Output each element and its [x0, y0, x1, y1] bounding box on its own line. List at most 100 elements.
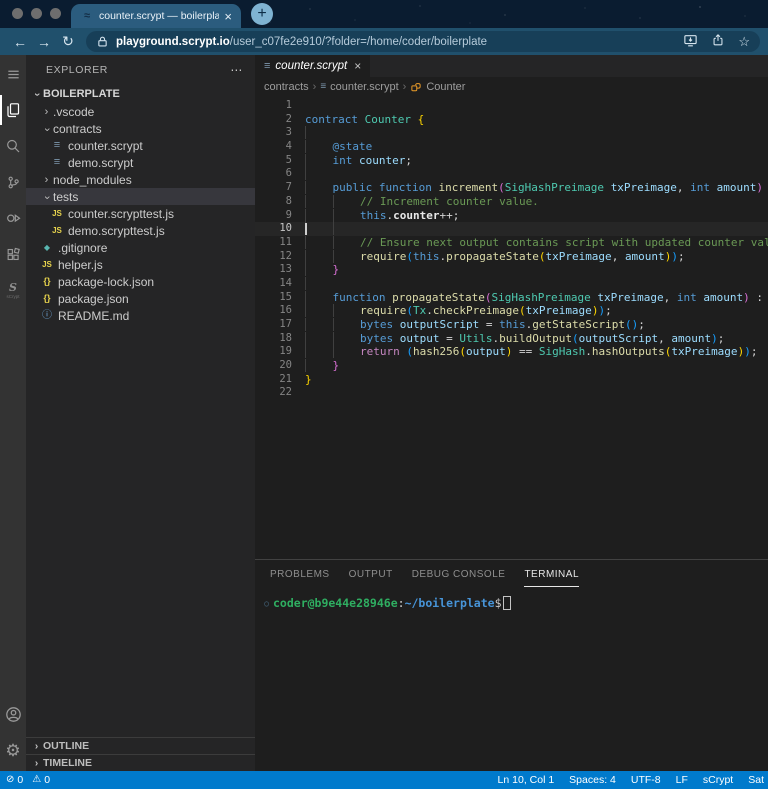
code-line-14[interactable]: 14 — [255, 277, 768, 291]
breadcrumb-label: counter.scrypt — [330, 81, 398, 93]
code-line-21[interactable]: 21} — [255, 373, 768, 387]
code-line-17[interactable]: 17 bytes outputScript = this.getStateScr… — [255, 318, 768, 332]
code-line-19[interactable]: 19 return (hash256(output) == SigHash.ha… — [255, 345, 768, 359]
browser-tab[interactable]: ≈ counter.scrypt — boilerplate – × — [71, 4, 241, 28]
reload-button[interactable]: ↻ — [56, 33, 80, 50]
tree-item-counter-scrypt[interactable]: ≡counter.scrypt — [26, 137, 255, 154]
chevron-right-icon: › — [30, 758, 43, 769]
back-button[interactable]: ← — [8, 34, 32, 50]
status-item-utf-8[interactable]: UTF-8 — [631, 774, 661, 786]
section-timeline[interactable]: ›TIMELINE — [26, 754, 255, 771]
share-icon[interactable] — [711, 33, 725, 50]
code-line-20[interactable]: 20 } — [255, 359, 768, 373]
line-number: 8 — [255, 195, 292, 209]
extensions-icon[interactable] — [0, 239, 26, 269]
bookmark-star-icon[interactable]: ☆ — [738, 35, 750, 48]
code-line-22[interactable]: 22 — [255, 386, 768, 400]
panel-tab-output[interactable]: OUTPUT — [349, 569, 393, 587]
command-decoration-icon: ○ — [260, 599, 273, 608]
panel-tab-problems[interactable]: PROBLEMS — [270, 569, 330, 587]
status-item-sat[interactable]: Sat — [748, 774, 764, 786]
code-line-10[interactable]: 10 — [255, 222, 768, 236]
code-editor[interactable]: 12contract Counter {3 4 @state5 int coun… — [255, 96, 768, 559]
code-line-1[interactable]: 1 — [255, 99, 768, 113]
tree-item-demo-scrypt[interactable]: ≡demo.scrypt — [26, 154, 255, 171]
code-line-12[interactable]: 12 require(this.propagateState(txPreimag… — [255, 250, 768, 264]
source-control-icon[interactable] — [0, 167, 26, 197]
breadcrumb-label: Counter — [426, 81, 465, 93]
install-app-icon[interactable] — [683, 33, 698, 51]
code-line-2[interactable]: 2contract Counter { — [255, 113, 768, 127]
code-line-15[interactable]: 15 function propagateState(SigHashPreima… — [255, 291, 768, 305]
account-icon[interactable] — [0, 699, 26, 729]
status-item-scrypt[interactable]: sCrypt — [703, 774, 733, 786]
json-file-icon: {} — [40, 294, 54, 303]
code-text: return (hash256(output) == SigHash.hashO… — [305, 345, 757, 359]
explorer-icon[interactable] — [0, 95, 26, 125]
code-line-7[interactable]: 7 public function increment(SigHashPreim… — [255, 181, 768, 195]
json-file-icon: {} — [40, 277, 54, 286]
window-close-button[interactable] — [12, 8, 23, 19]
settings-gear-icon[interactable]: ⚙ — [0, 735, 26, 765]
window-zoom-button[interactable] — [50, 8, 61, 19]
code-line-4[interactable]: 4 @state — [255, 140, 768, 154]
editor-tab-counter-scrypt[interactable]: ≡ counter.scrypt × — [255, 55, 370, 77]
code-line-9[interactable]: 9 this.counter++; — [255, 209, 768, 223]
line-number: 21 — [255, 373, 292, 387]
search-icon[interactable] — [0, 131, 26, 161]
breadcrumb-item-counter-scrypt[interactable]: ≡counter.scrypt — [320, 81, 398, 93]
panel-tab-terminal[interactable]: TERMINAL — [524, 569, 579, 587]
status-item-lf[interactable]: LF — [676, 774, 688, 786]
code-text: require(this.propagateState(txPreimage, … — [305, 250, 685, 264]
tree-item-vscode[interactable]: ›.vscode — [26, 103, 255, 120]
window-minimize-button[interactable] — [31, 8, 42, 19]
status-item-spaces-4[interactable]: Spaces: 4 — [569, 774, 616, 786]
code-line-16[interactable]: 16 require(Tx.checkPreimage(txPreimage))… — [255, 304, 768, 318]
status-item-ln-10-col-1[interactable]: Ln 10, Col 1 — [498, 774, 555, 786]
tree-item-readme-md[interactable]: ⓘREADME.md — [26, 307, 255, 324]
code-text: } — [305, 263, 339, 277]
code-text — [305, 277, 333, 291]
code-line-13[interactable]: 13 } — [255, 263, 768, 277]
breadcrumb-item-counter[interactable]: Counter — [410, 81, 465, 93]
vscode-workbench: SsCrypt⚙ EXPLORER ⋯ › BOILERPLATE ›.vsco… — [0, 55, 768, 771]
tree-item-tests[interactable]: ›tests — [26, 188, 255, 205]
tree-root-boilerplate[interactable]: › BOILERPLATE — [26, 84, 255, 103]
line-number: 14 — [255, 277, 292, 291]
code-text: int counter; — [305, 154, 412, 168]
problems-errors-badge[interactable]: ⊘ 0 — [6, 774, 23, 786]
tree-item-node-modules[interactable]: ›node_modules — [26, 171, 255, 188]
run-debug-icon[interactable] — [0, 203, 26, 233]
tree-item-demo-scrypttest-js[interactable]: JS demo.scrypttest.js — [26, 222, 255, 239]
tree-item-label: demo.scrypttest.js — [68, 224, 165, 238]
tree-item-contracts[interactable]: ›contracts — [26, 120, 255, 137]
tab-close-icon[interactable]: × — [224, 9, 232, 24]
editor-tab-close-icon[interactable]: × — [354, 59, 361, 73]
tree-item-counter-scrypttest-js[interactable]: JScounter.scrypttest.js — [26, 205, 255, 222]
section-outline[interactable]: ›OUTLINE — [26, 737, 255, 754]
new-tab-button[interactable]: + — [251, 3, 273, 25]
scrypt-icon[interactable]: SsCrypt — [0, 275, 26, 305]
tree-item-label: demo.scrypt — [68, 156, 133, 170]
terminal[interactable]: ○ coder@b9e44e28946e:~/boilerplate$ — [255, 596, 768, 610]
tree-item-helper-js[interactable]: JShelper.js — [26, 256, 255, 273]
url-bar[interactable]: playground.scrypt.io /user_c07fe2e910/?f… — [86, 31, 760, 52]
tree-item-package-json[interactable]: {}package.json — [26, 290, 255, 307]
code-line-11[interactable]: 11 // Ensure next output contains script… — [255, 236, 768, 250]
code-line-6[interactable]: 6 — [255, 167, 768, 181]
tree-item-package-lock-json[interactable]: {}package-lock.json — [26, 273, 255, 290]
code-line-3[interactable]: 3 — [255, 126, 768, 140]
tree-item-gitignore[interactable]: ◆.gitignore — [26, 239, 255, 256]
line-number: 12 — [255, 250, 292, 264]
explorer-more-actions-icon[interactable]: ⋯ — [230, 63, 243, 77]
code-line-18[interactable]: 18 bytes output = Utils.buildOutput(outp… — [255, 332, 768, 346]
js-file-icon: JS — [50, 227, 64, 235]
breadcrumb-item-contracts[interactable]: contracts — [264, 81, 309, 93]
lock-icon — [96, 35, 109, 48]
code-line-8[interactable]: 8 // Increment counter value. — [255, 195, 768, 209]
code-line-5[interactable]: 5 int counter; — [255, 154, 768, 168]
forward-button[interactable]: → — [32, 34, 56, 50]
panel-tab-debug-console[interactable]: DEBUG CONSOLE — [412, 569, 506, 587]
menu-icon[interactable] — [0, 59, 26, 89]
problems-warnings-badge[interactable]: ⚠ 0 — [32, 774, 50, 786]
